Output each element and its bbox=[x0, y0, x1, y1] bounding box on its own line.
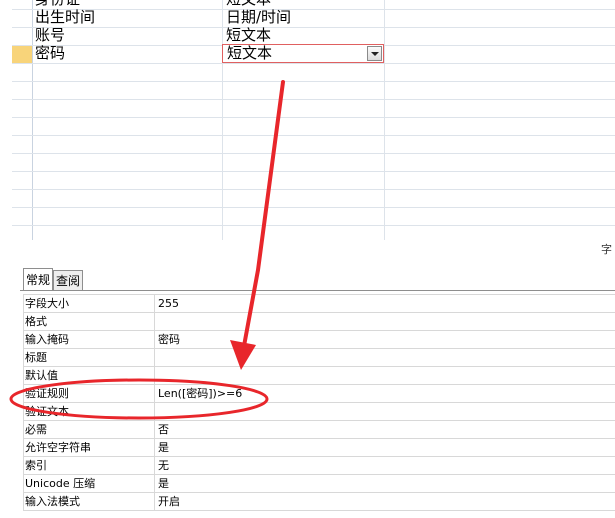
property-row[interactable]: 输入掩码 密码 bbox=[23, 331, 615, 349]
property-row[interactable]: 字段大小 255 bbox=[23, 295, 615, 313]
row-selector[interactable] bbox=[12, 28, 32, 45]
field-design-grid: 身份证 短文本 出生时间 日期/时间 账号 短文本 密码 短文本 bbox=[0, 0, 615, 240]
property-row-validation-rule[interactable]: 验证规则 Len([密码])>=6 bbox=[23, 385, 615, 403]
property-label: 允许空字符串 bbox=[25, 441, 91, 454]
data-type-cell[interactable]: 短文本 bbox=[226, 25, 271, 45]
property-label: 字段大小 bbox=[25, 297, 69, 310]
empty-row[interactable] bbox=[12, 208, 615, 226]
property-label: 标题 bbox=[25, 351, 47, 364]
property-row[interactable]: 索引 无 bbox=[23, 457, 615, 475]
empty-row[interactable] bbox=[12, 100, 615, 118]
empty-row[interactable] bbox=[12, 82, 615, 100]
tab-divider bbox=[20, 290, 615, 291]
field-row[interactable]: 出生时间 日期/时间 bbox=[12, 7, 615, 28]
property-label: 格式 bbox=[25, 315, 47, 328]
empty-row[interactable] bbox=[12, 118, 615, 136]
property-row[interactable]: 验证文本 bbox=[23, 403, 615, 421]
property-label: Unicode 压缩 bbox=[25, 477, 96, 490]
field-properties-partial-label: 字 bbox=[601, 243, 612, 256]
data-type-cell[interactable]: 日期/时间 bbox=[226, 7, 291, 27]
property-row[interactable]: 默认值 bbox=[23, 367, 615, 385]
field-name-cell[interactable]: 账号 bbox=[35, 25, 65, 45]
empty-row[interactable] bbox=[12, 190, 615, 208]
current-row-selector[interactable] bbox=[12, 46, 32, 63]
tab-lookup-label: 查阅 bbox=[56, 274, 81, 288]
property-label: 默认值 bbox=[25, 369, 58, 382]
tab-general[interactable]: 常规 bbox=[23, 268, 54, 290]
validation-rule-value[interactable]: Len([密码])>=6 bbox=[158, 386, 242, 402]
data-type-dropdown[interactable]: 短文本 bbox=[222, 44, 384, 63]
row-selector[interactable] bbox=[12, 10, 32, 27]
property-row[interactable]: Unicode 压缩 是 bbox=[23, 475, 615, 493]
property-value[interactable]: 密码 bbox=[158, 332, 180, 348]
data-type-value: 短文本 bbox=[227, 44, 273, 62]
row-selector[interactable] bbox=[12, 0, 32, 9]
empty-row[interactable] bbox=[12, 172, 615, 190]
field-properties-pane: 常规 查阅 字段大小 255 格式 输入掩码 密码 标题 默认值 验证规则 Len([… bbox=[20, 268, 615, 518]
property-label: 验证规则 bbox=[25, 387, 69, 400]
property-label: 索引 bbox=[25, 459, 47, 472]
property-row[interactable]: 格式 bbox=[23, 313, 615, 331]
dropdown-button[interactable] bbox=[367, 46, 382, 61]
property-row[interactable]: 必需 否 bbox=[23, 421, 615, 439]
property-label: 输入法模式 bbox=[25, 495, 80, 508]
property-value[interactable]: 否 bbox=[158, 422, 169, 438]
property-row[interactable]: 输入法模式 开启 bbox=[23, 493, 615, 511]
property-value[interactable]: 是 bbox=[158, 476, 169, 492]
empty-row[interactable] bbox=[12, 154, 615, 172]
chevron-down-icon bbox=[371, 52, 379, 56]
property-label: 验证文本 bbox=[25, 405, 69, 418]
field-name-cell[interactable]: 密码 bbox=[35, 43, 65, 63]
tab-lookup[interactable]: 查阅 bbox=[53, 270, 84, 290]
empty-row[interactable] bbox=[12, 226, 615, 240]
property-row[interactable]: 允许空字符串 是 bbox=[23, 439, 615, 457]
field-row[interactable]: 身份证 短文本 bbox=[12, 0, 615, 10]
empty-row[interactable] bbox=[12, 64, 615, 82]
property-value[interactable]: 255 bbox=[158, 296, 179, 312]
property-label: 必需 bbox=[25, 423, 47, 436]
property-value[interactable]: 开启 bbox=[158, 494, 180, 510]
empty-row[interactable] bbox=[12, 136, 615, 154]
property-table: 字段大小 255 格式 输入掩码 密码 标题 默认值 验证规则 Len([密码])>=… bbox=[23, 294, 615, 511]
property-value[interactable]: 无 bbox=[158, 458, 169, 474]
tab-general-label: 常规 bbox=[26, 273, 51, 287]
property-row[interactable]: 标题 bbox=[23, 349, 615, 367]
field-name-cell[interactable]: 出生时间 bbox=[35, 7, 95, 27]
property-value[interactable]: 是 bbox=[158, 440, 169, 456]
property-label: 输入掩码 bbox=[25, 333, 69, 346]
